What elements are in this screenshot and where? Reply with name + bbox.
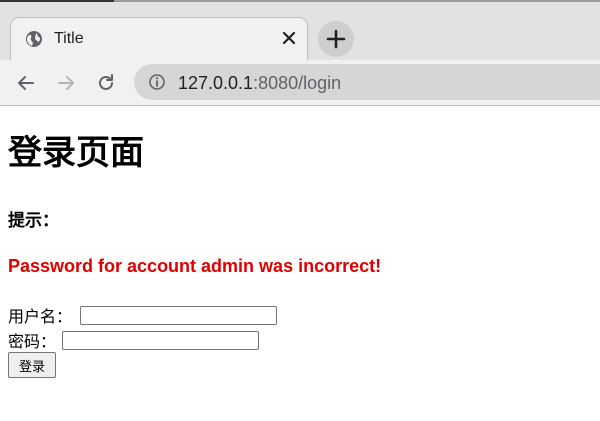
forward-arrow-icon[interactable] <box>53 70 79 96</box>
password-label: 密码： <box>8 334 57 351</box>
browser-chrome: Title 127.0.0.1:8080/login <box>0 0 600 106</box>
address-bar[interactable]: 127.0.0.1:8080/login <box>134 64 600 100</box>
username-row: 用户名： <box>8 303 278 327</box>
plus-icon <box>326 29 346 49</box>
password-row: 密码： <box>8 328 260 352</box>
password-input[interactable] <box>62 330 260 350</box>
close-icon[interactable] <box>277 26 301 50</box>
reload-icon[interactable] <box>93 70 119 96</box>
toolbar-divider <box>0 105 600 106</box>
login-button[interactable]: 登录 <box>8 352 56 378</box>
url-path: /login <box>298 73 342 93</box>
back-arrow-icon[interactable] <box>13 70 39 96</box>
globe-icon <box>25 30 43 48</box>
info-icon[interactable] <box>148 73 166 91</box>
username-label: 用户名： <box>8 309 73 326</box>
new-tab-button[interactable] <box>318 21 354 57</box>
page-heading: 登录页面 <box>8 134 144 172</box>
browser-tab[interactable]: Title <box>10 17 308 60</box>
browser-toolbar: 127.0.0.1:8080/login <box>0 60 600 105</box>
address-url: 127.0.0.1:8080/login <box>178 73 341 94</box>
username-input[interactable] <box>80 305 278 325</box>
error-message: Password for account admin was incorrect… <box>8 256 382 276</box>
window-top-line-dark <box>0 0 114 2</box>
url-port: :8080 <box>253 73 299 93</box>
tab-title: Title <box>54 30 84 47</box>
hint-label: 提示： <box>8 211 59 230</box>
url-host: 127.0.0.1 <box>178 73 254 93</box>
